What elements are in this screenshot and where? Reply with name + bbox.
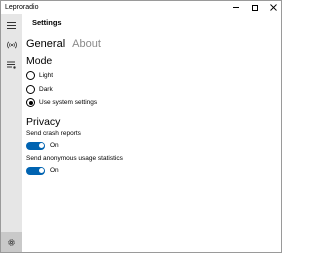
tab-about[interactable]: About xyxy=(72,38,101,52)
radio-button[interactable] xyxy=(26,98,35,107)
crash-reports-label: Send crash reports xyxy=(26,130,81,137)
usage-statistics-toggle-row: On xyxy=(26,166,59,175)
window-title: Leproradio xyxy=(5,4,39,11)
toggle-knob xyxy=(38,143,44,148)
minimize-icon xyxy=(233,7,239,8)
radio-option-dark[interactable]: Dark xyxy=(26,84,53,95)
radio-option-system[interactable]: Use system settings xyxy=(26,97,97,108)
usage-statistics-toggle[interactable] xyxy=(26,166,45,175)
toggle-state-label: On xyxy=(50,167,59,174)
app-window: Leproradio Settings General About Mode L… xyxy=(0,0,282,253)
tab-general[interactable]: General xyxy=(26,38,65,52)
radio-label: Light xyxy=(39,72,54,79)
close-button[interactable] xyxy=(264,1,281,14)
playlist-icon xyxy=(7,61,16,69)
radio-button[interactable] xyxy=(26,71,35,80)
toggle-state-label: On xyxy=(50,142,59,149)
radio-broadcast-icon xyxy=(6,41,17,49)
hamburger-menu-icon xyxy=(7,21,16,29)
radio-label: Use system settings xyxy=(39,99,98,106)
radio-label: Dark xyxy=(39,86,53,93)
hamburger-menu-button[interactable] xyxy=(1,15,22,35)
close-icon xyxy=(269,4,277,11)
usage-statistics-label: Send anonymous usage statistics xyxy=(26,155,123,162)
gear-icon xyxy=(8,238,15,246)
page-title: Settings xyxy=(32,18,62,27)
sidebar-item-radio[interactable] xyxy=(1,35,22,55)
privacy-heading: Privacy xyxy=(26,116,61,128)
settings-tabs: General About xyxy=(26,38,108,52)
mode-heading: Mode xyxy=(26,55,53,67)
crash-reports-toggle-row: On xyxy=(26,141,59,150)
radio-option-light[interactable]: Light xyxy=(26,70,53,81)
sidebar-item-playlist[interactable] xyxy=(1,55,22,75)
crash-reports-toggle[interactable] xyxy=(26,141,45,150)
minimize-button[interactable] xyxy=(227,1,245,14)
title-bar[interactable]: Leproradio xyxy=(1,1,281,14)
maximize-icon xyxy=(252,4,258,11)
toggle-knob xyxy=(38,168,44,173)
sidebar-item-settings[interactable] xyxy=(1,232,22,252)
radio-button[interactable] xyxy=(26,85,35,94)
maximize-button[interactable] xyxy=(246,1,264,14)
nav-sidebar xyxy=(1,14,22,252)
